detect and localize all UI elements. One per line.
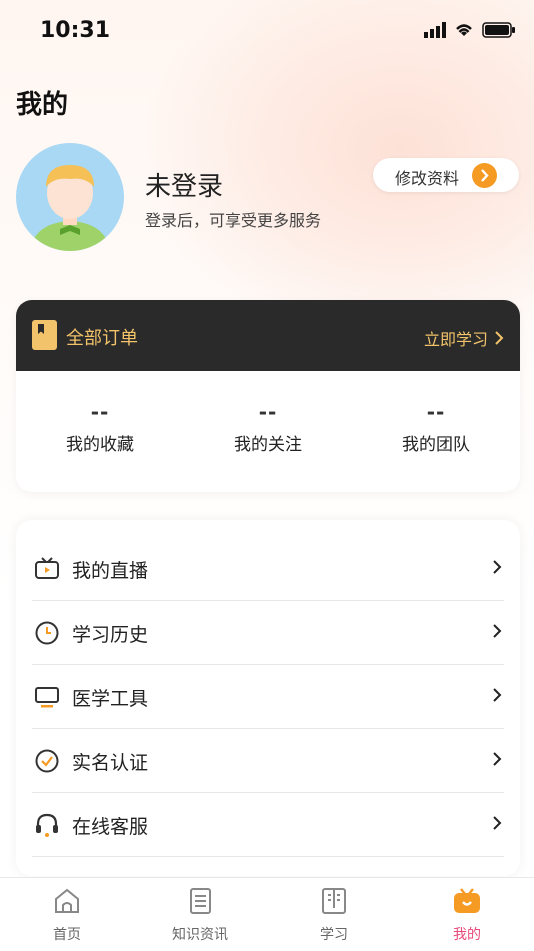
home-icon [55, 888, 79, 913]
status-icons [424, 22, 516, 38]
learn-now-label: 立即学习 [423, 330, 488, 349]
menu-item-verification[interactable]: 实名认证 [32, 728, 504, 793]
monitor-icon [35, 687, 59, 708]
orders-card: 全部订单 立即学习 -- 我的收藏 -- 我的关注 -- 我的团队 [16, 300, 520, 492]
avatar[interactable] [16, 143, 124, 251]
menu-item-label: 医学工具 [72, 688, 149, 710]
avatar-illustration [30, 165, 110, 251]
battery-icon [482, 22, 515, 38]
menu-item-live[interactable]: 我的直播 [32, 536, 504, 601]
all-orders-label: 全部订单 [66, 328, 138, 349]
chevron-right-icon [493, 624, 502, 638]
learn-now-link[interactable]: 立即学习 [424, 326, 504, 350]
tv-icon [35, 557, 59, 579]
stat-team[interactable]: -- 我的团队 [361, 400, 511, 455]
status-bar: 10:31 [0, 0, 534, 64]
menu-item-history[interactable]: 学习历史 [32, 600, 504, 665]
chevron-right-icon [493, 816, 502, 830]
chevron-right-icon [493, 688, 502, 702]
clock-icon [35, 621, 59, 645]
tab-label: 学习 [320, 927, 348, 943]
tab-home[interactable]: 首页 [17, 886, 117, 944]
stat-label: 我的收藏 [66, 435, 134, 455]
stat-favorites[interactable]: -- 我的收藏 [25, 400, 175, 455]
page-title: 我的 [16, 90, 69, 120]
menu-item-label: 在线客服 [72, 816, 149, 838]
signal-icon [424, 22, 446, 38]
tab-label: 知识资讯 [172, 927, 228, 943]
tab-mine[interactable]: 我的 [417, 886, 517, 944]
stat-value: -- [258, 400, 278, 424]
tab-label: 我的 [453, 927, 481, 943]
status-time: 10:31 [40, 18, 111, 43]
chevron-right-icon [493, 752, 502, 766]
orders-header[interactable]: 全部订单 立即学习 [16, 300, 520, 371]
login-hint: 登录后，可享受更多服务 [145, 211, 322, 230]
tab-study[interactable]: 学习 [284, 886, 384, 944]
menu-item-label: 我的直播 [72, 560, 149, 582]
arrow-right-icon [472, 163, 497, 188]
stat-value: -- [90, 400, 110, 424]
menu-item-label: 学习历史 [72, 624, 149, 646]
document-icon [190, 888, 211, 914]
edit-profile-button[interactable]: 修改资料 [373, 158, 519, 192]
menu-item-support[interactable]: 在线客服 [32, 792, 504, 857]
chevron-right-icon [493, 560, 502, 574]
stat-label: 我的团队 [402, 435, 470, 455]
tab-label: 首页 [53, 927, 81, 943]
menu-card: 我的直播 学习历史 医学工具 实名认证 在线客服 [16, 520, 520, 876]
stat-value: -- [426, 400, 446, 424]
tab-knowledge[interactable]: 知识资讯 [150, 886, 250, 944]
tab-bar: 首页 知识资讯 学习 我的 [0, 877, 534, 951]
tv-face-icon [454, 888, 480, 913]
book-icon [322, 888, 346, 914]
menu-item-medical-tools[interactable]: 医学工具 [32, 664, 504, 729]
order-icon [32, 320, 57, 350]
wifi-icon [456, 24, 472, 36]
stat-follows[interactable]: -- 我的关注 [193, 400, 343, 455]
check-circle-icon [35, 749, 59, 773]
stat-label: 我的关注 [234, 435, 302, 455]
menu-item-label: 实名认证 [72, 752, 149, 774]
chevron-right-icon [495, 331, 504, 345]
user-name[interactable]: 未登录 [145, 166, 223, 203]
edit-profile-label: 修改资料 [395, 169, 460, 188]
headset-icon [36, 813, 58, 837]
